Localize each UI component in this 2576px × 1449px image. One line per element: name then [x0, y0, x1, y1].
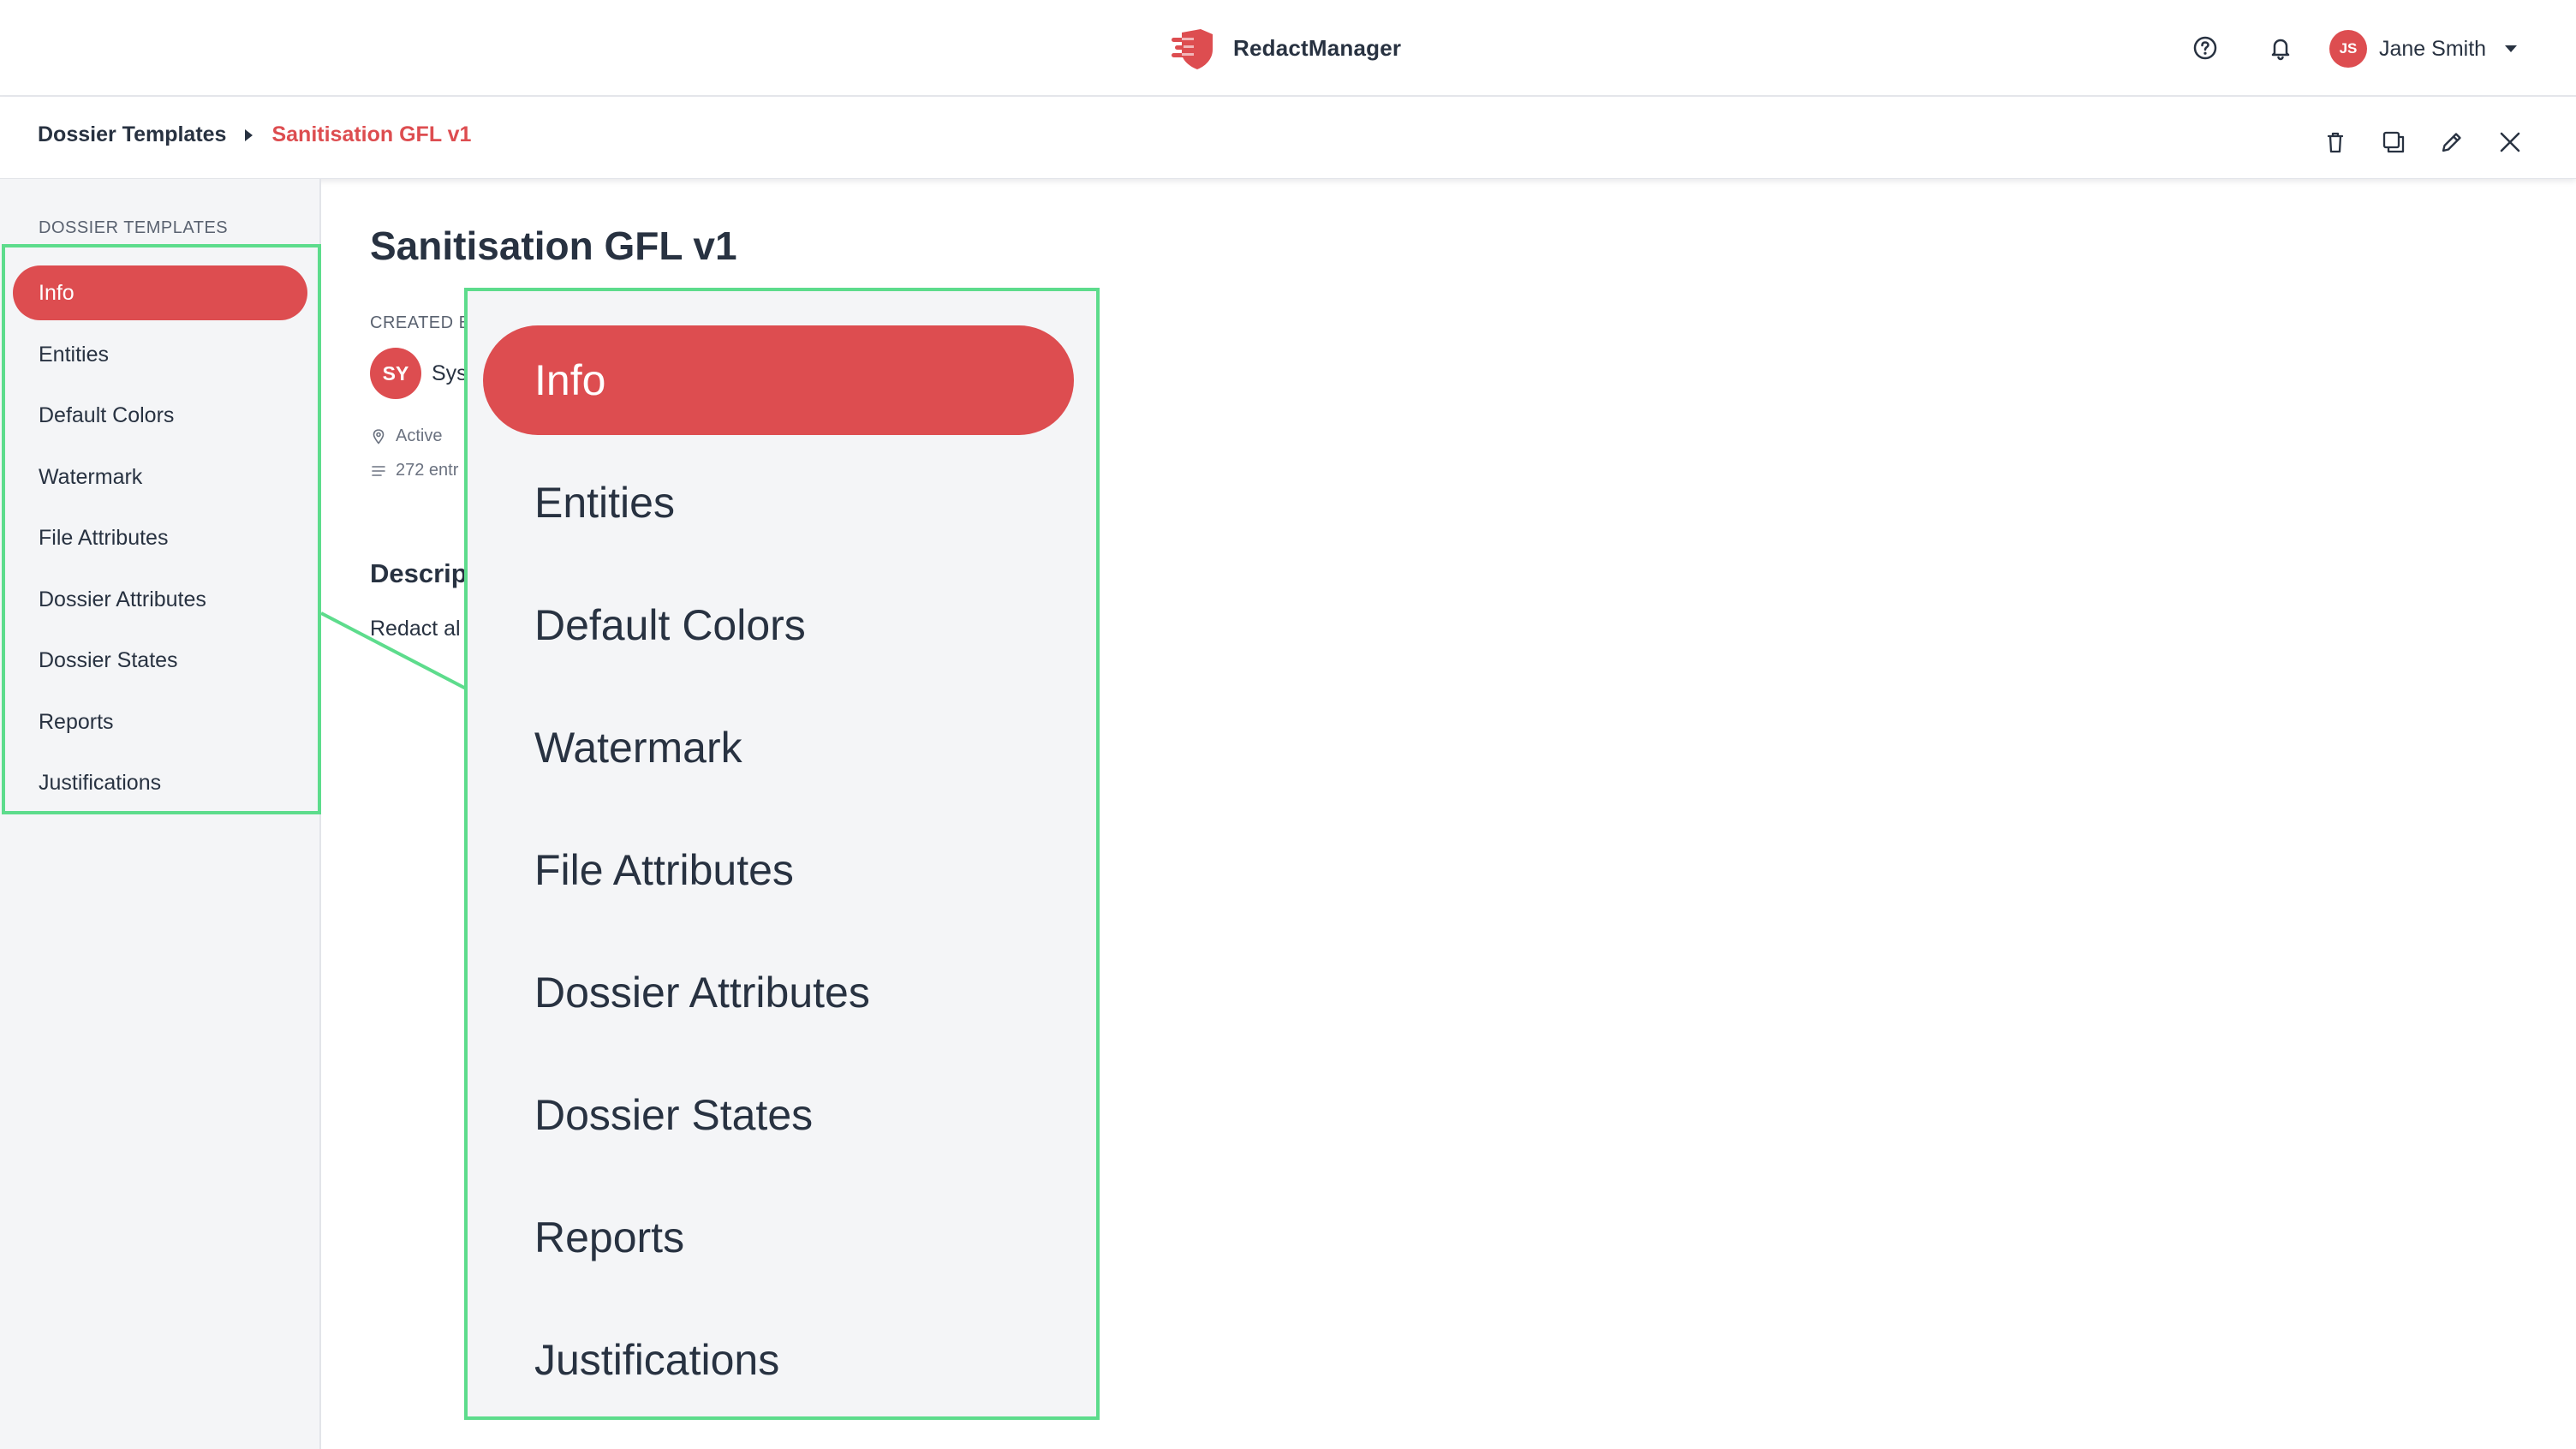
zoom-item-dossier-states: Dossier States [534, 1091, 814, 1139]
zoom-item-info: Info [483, 325, 1074, 435]
app-name: RedactManager [1233, 34, 1402, 61]
duplicate-icon [2382, 131, 2405, 153]
zoom-item-justifications: Justifications [534, 1336, 780, 1384]
zoom-item-dossier-attributes: Dossier Attributes [534, 969, 870, 1017]
user-name: Jane Smith [2379, 36, 2487, 61]
edit-button[interactable] [2435, 125, 2469, 159]
list-icon [372, 465, 385, 476]
close-button[interactable] [2493, 125, 2527, 159]
zoom-callout: Info Entities Default Colors Watermark F… [464, 288, 1100, 1420]
owner-avatar: SY [370, 348, 421, 399]
help-button[interactable] [2190, 33, 2221, 63]
created-by-label: CREATED B [370, 313, 471, 332]
page-title: Sanitisation GFL v1 [370, 224, 737, 268]
chevron-down-icon [2505, 45, 2518, 52]
app-logo[interactable]: RedactManager [1170, 22, 1401, 74]
breadcrumb-bar: Dossier Templates Sanitisation GFL v1 [0, 97, 2576, 179]
breadcrumb: Dossier Templates Sanitisation GFL v1 [38, 122, 471, 147]
zoom-item-default-colors: Default Colors [534, 601, 806, 649]
breadcrumb-root[interactable]: Dossier Templates [38, 122, 226, 147]
status-text: Active [396, 426, 443, 445]
breadcrumb-separator-icon [245, 128, 253, 141]
delete-icon [2327, 132, 2344, 153]
zoom-item-entities: Entities [534, 479, 675, 527]
entries-stat: 272 entr [370, 461, 458, 480]
zoom-item-watermark: Watermark [534, 724, 742, 772]
help-icon [2193, 36, 2217, 60]
owner-name: Sys [432, 361, 468, 385]
logo-shield-icon [1172, 29, 1213, 69]
pin-icon [373, 428, 385, 444]
entries-text: 272 entr [396, 461, 459, 480]
description-heading: Descrip [370, 558, 468, 588]
highlight-box [2, 244, 321, 814]
zoom-item-reports: Reports [534, 1213, 685, 1261]
edit-icon [2442, 133, 2461, 152]
callout-connector [320, 611, 467, 690]
duplicate-button[interactable] [2376, 125, 2411, 159]
bell-icon [2271, 39, 2290, 61]
description-text: Redact al [370, 617, 461, 641]
breadcrumb-current[interactable]: Sanitisation GFL v1 [271, 122, 471, 147]
notifications-button[interactable] [2265, 33, 2296, 63]
close-icon [2500, 132, 2520, 152]
user-avatar: JS [2329, 30, 2367, 68]
sidebar-title: DOSSIER TEMPLATES [39, 218, 229, 237]
delete-button[interactable] [2318, 125, 2352, 159]
user-menu[interactable]: JS Jane Smith [2329, 29, 2518, 69]
top-bar: RedactManager JS Jane Smith [0, 0, 2576, 97]
status-stat: Active [370, 426, 442, 446]
zoom-item-file-attributes: File Attributes [534, 846, 794, 894]
